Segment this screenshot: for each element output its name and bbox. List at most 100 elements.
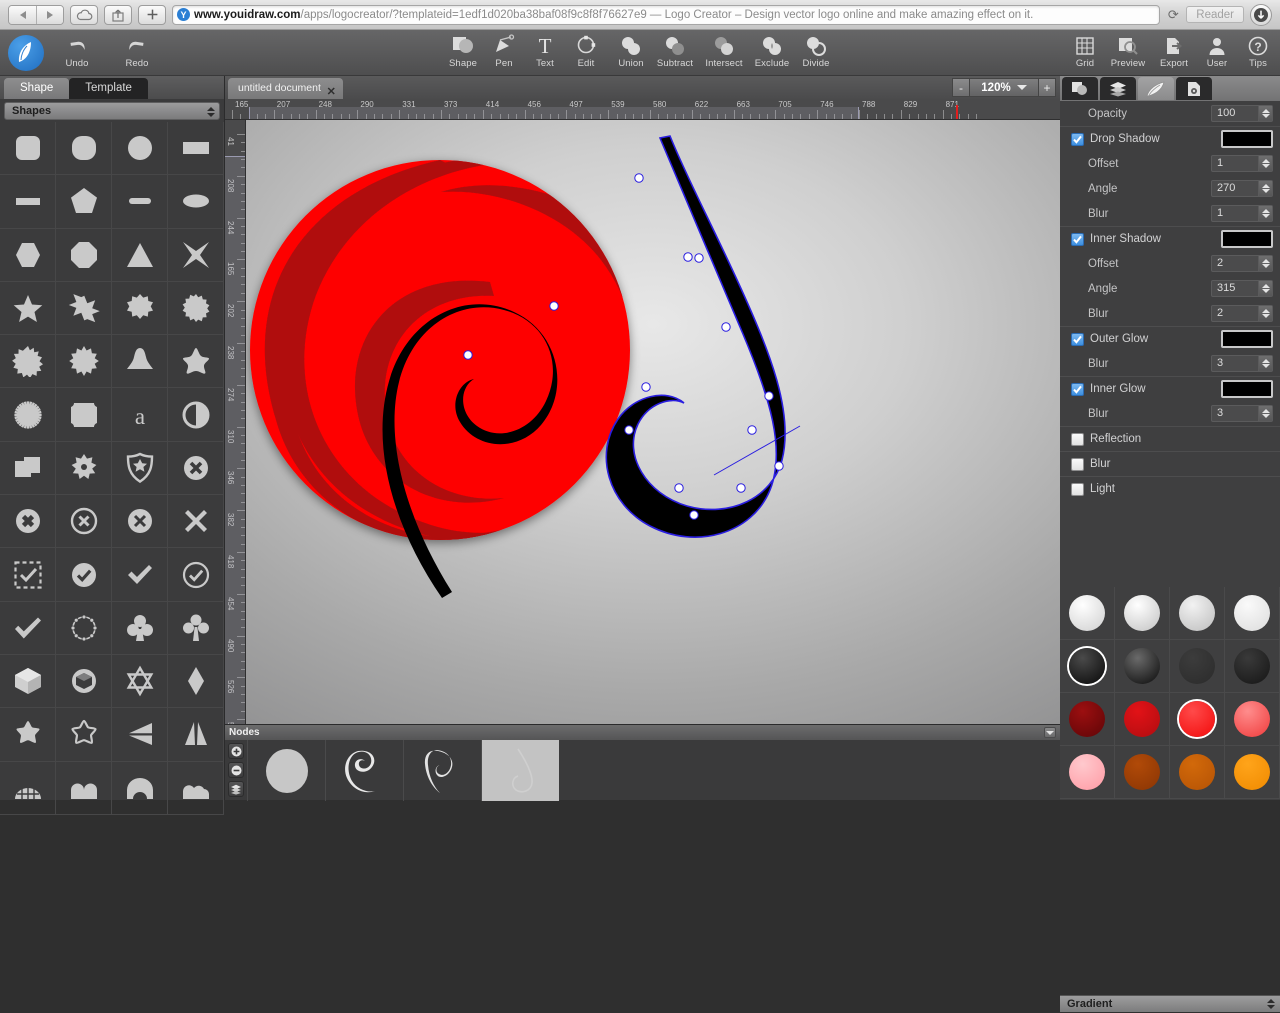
shape-item-check-mark-thick[interactable]: [112, 548, 168, 601]
shape-item-trefoil-arch[interactable]: [112, 335, 168, 388]
gradient-cell-black-gloss[interactable]: [1115, 640, 1170, 693]
downloads-button[interactable]: [1250, 4, 1272, 26]
node-thumb-hook-curve[interactable]: [403, 740, 481, 801]
tool-subtract[interactable]: Subtract: [652, 32, 698, 74]
gradient-cell-orange-dark[interactable]: [1170, 746, 1225, 799]
path-node[interactable]: [695, 254, 703, 262]
shape-item-triangle-stripes-left[interactable]: [112, 708, 168, 761]
back-button[interactable]: [9, 6, 36, 24]
shape-item-dotted-circle-ring[interactable]: [56, 602, 112, 655]
tool-tips[interactable]: ? Tips: [1235, 32, 1280, 74]
tool-intersect[interactable]: Intersect: [701, 32, 747, 74]
property-row-reflection-13[interactable]: Reflection: [1060, 426, 1280, 451]
spinner-arrows-icon[interactable]: [1258, 406, 1272, 421]
node-thumb-swirl[interactable]: [325, 740, 403, 801]
shape-library-grid[interactable]: a: [0, 122, 224, 815]
tool-union[interactable]: Union: [608, 32, 654, 74]
shape-item-x-in-circle-solid[interactable]: [168, 442, 224, 495]
shape-item-six-point-star[interactable]: [56, 282, 112, 335]
shape-item-ellipse[interactable]: [168, 175, 224, 228]
color-swatch[interactable]: [1221, 130, 1273, 148]
horizontal-ruler[interactable]: 1652072482903313734144564975395806226637…: [225, 99, 1060, 120]
shape-item-star-of-david[interactable]: [112, 655, 168, 708]
spinner-blur[interactable]: 3: [1211, 355, 1273, 372]
gradient-cell-black-ring[interactable]: [1060, 640, 1115, 693]
remove-node-icon[interactable]: [228, 762, 244, 778]
spinner-offset[interactable]: 2: [1211, 255, 1273, 272]
reload-button[interactable]: ⟳: [1166, 8, 1180, 22]
path-node[interactable]: [464, 351, 472, 359]
gradient-swatch-silver[interactable]: [1179, 595, 1215, 631]
spinner-arrows-icon[interactable]: [1258, 206, 1272, 221]
shape-item-dome-grid[interactable]: [0, 762, 56, 815]
gradient-cell-white-gloss[interactable]: [1060, 587, 1115, 640]
path-node[interactable]: [722, 323, 730, 331]
gradient-swatch-near-black[interactable]: [1234, 648, 1270, 684]
shape-item-pentagon[interactable]: [56, 175, 112, 228]
shape-item-star-rounded-solid[interactable]: [0, 708, 56, 761]
spinner-blur[interactable]: 2: [1211, 305, 1273, 322]
gradient-swatch-pink[interactable]: [1069, 754, 1105, 790]
checkbox-unchecked[interactable]: [1071, 483, 1084, 496]
property-row-opacity-0[interactable]: Opacity100: [1060, 101, 1280, 126]
tool-divide[interactable]: Divide: [793, 32, 839, 74]
color-swatch[interactable]: [1221, 230, 1273, 248]
property-row-inner-shadow-5[interactable]: Inner Shadow: [1060, 226, 1280, 251]
shape-item-sheriff-badge-star[interactable]: [56, 442, 112, 495]
shape-item-wide-rectangle[interactable]: [168, 122, 224, 175]
tool-exclude[interactable]: Exclude: [749, 32, 795, 74]
shape-item-x-in-thin-circle[interactable]: [56, 495, 112, 548]
property-row-blur-14[interactable]: Blur: [1060, 451, 1280, 476]
gradient-swatch-burnt-orange[interactable]: [1124, 754, 1160, 790]
spinner-arrows-icon[interactable]: [1258, 281, 1272, 296]
gradient-cell-pink[interactable]: [1060, 746, 1115, 799]
nav-back-forward-group[interactable]: [8, 5, 64, 25]
property-row-blur-12[interactable]: Blur3: [1060, 401, 1280, 426]
path-node[interactable]: [775, 462, 783, 470]
path-node[interactable]: [765, 392, 773, 400]
property-row-inner-glow-11[interactable]: Inner Glow: [1060, 376, 1280, 401]
tab-document-settings[interactable]: [1176, 77, 1212, 100]
zoom-out-button[interactable]: -: [952, 78, 970, 97]
share-button[interactable]: [104, 5, 132, 25]
spinner-arrows-icon[interactable]: [1258, 181, 1272, 196]
shape-item-rounded-square-concave[interactable]: [56, 388, 112, 441]
node-thumb-hook-stroke[interactable]: [481, 740, 559, 801]
path-node[interactable]: [675, 484, 683, 492]
path-node[interactable]: [684, 253, 692, 261]
zoom-control[interactable]: - 120% +: [952, 78, 1056, 97]
tab-shape-properties[interactable]: [1062, 77, 1098, 100]
tool-text[interactable]: T Text: [522, 32, 568, 74]
shape-item-check-in-thin-circle[interactable]: [168, 548, 224, 601]
property-row-angle-3[interactable]: Angle270: [1060, 176, 1280, 201]
spinner-arrows-icon[interactable]: [1258, 356, 1272, 371]
path-node[interactable]: [550, 302, 558, 310]
chevron-updown-icon[interactable]: [1264, 997, 1277, 1011]
gradient-swatch-salmon-red[interactable]: [1234, 701, 1270, 737]
property-row-outer-glow-9[interactable]: Outer Glow: [1060, 326, 1280, 351]
gradient-swatch-bright-red[interactable]: [1179, 701, 1215, 737]
shape-item-thin-rectangle[interactable]: [0, 175, 56, 228]
vertical-ruler[interactable]: 4120824416520223827431034638241845449052…: [225, 120, 246, 800]
tool-grid[interactable]: Grid: [1062, 32, 1108, 74]
shape-item-five-arm-star-rounded[interactable]: [168, 335, 224, 388]
gradient-swatch-dark-red[interactable]: [1069, 701, 1105, 737]
path-node[interactable]: [642, 383, 650, 391]
shape-item-ten-spike-burst[interactable]: [56, 335, 112, 388]
gradient-swatch-grid[interactable]: [1060, 587, 1280, 799]
shape-item-checkbox-dashed-check[interactable]: [0, 548, 56, 601]
shape-item-squircle[interactable]: [56, 122, 112, 175]
shape-item-two-squares-overlap[interactable]: [0, 442, 56, 495]
spinner-arrows-icon[interactable]: [1258, 106, 1272, 121]
checkbox-checked[interactable]: [1071, 233, 1084, 246]
color-swatch[interactable]: [1221, 380, 1273, 398]
shape-item-pill-bar[interactable]: [112, 175, 168, 228]
new-tab-button[interactable]: [138, 5, 166, 25]
shape-item-twelve-point-burst[interactable]: [168, 282, 224, 335]
path-node[interactable]: [737, 484, 745, 492]
property-row-offset-2[interactable]: Offset1: [1060, 151, 1280, 176]
tool-pen[interactable]: Pen: [481, 32, 527, 74]
gradient-swatch-dark-grey[interactable]: [1179, 648, 1215, 684]
tool-shape[interactable]: Shape: [440, 32, 486, 74]
property-row-blur-10[interactable]: Blur3: [1060, 351, 1280, 376]
